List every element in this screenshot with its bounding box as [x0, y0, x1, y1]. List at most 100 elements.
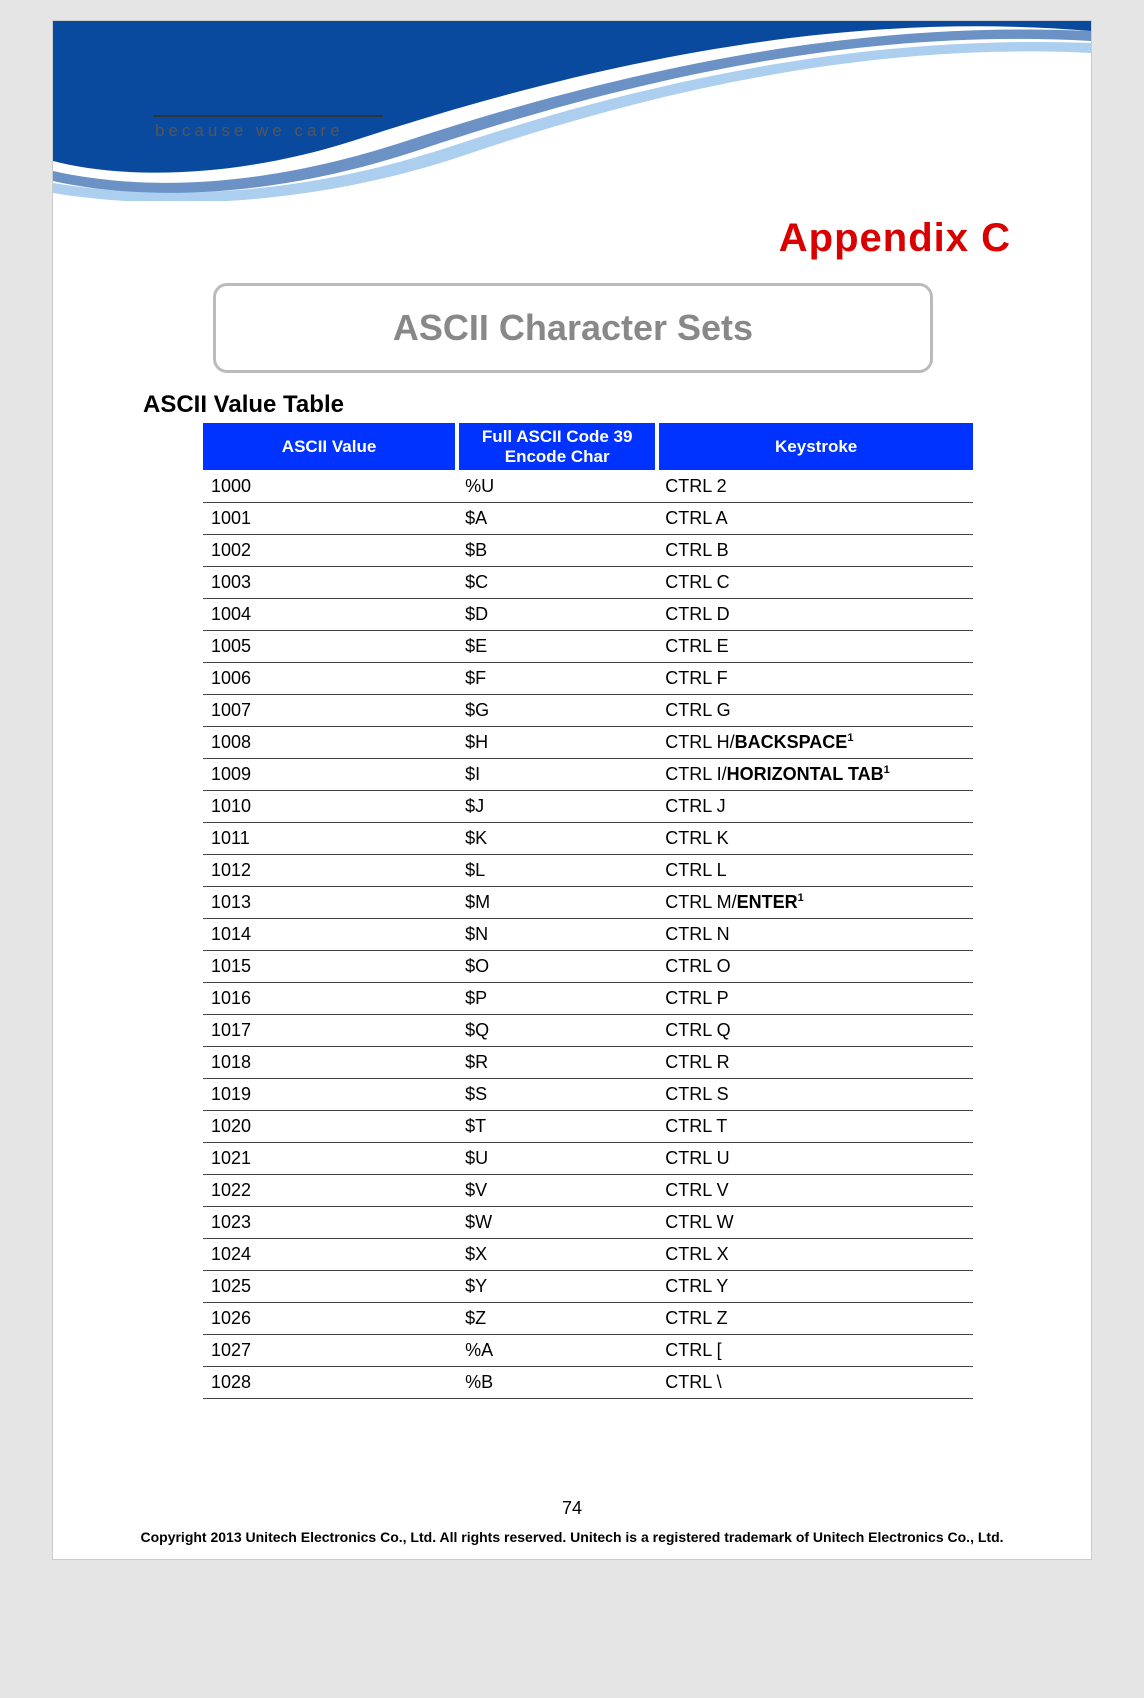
cell-ascii-value: 1026	[203, 1302, 457, 1334]
cell-encode-char: $G	[457, 694, 657, 726]
header-ascii-value: ASCII Value	[203, 423, 457, 470]
keystroke-text: CTRL \	[665, 1372, 721, 1392]
cell-encode-char: $A	[457, 502, 657, 534]
cell-ascii-value: 1010	[203, 790, 457, 822]
keystroke-text: CTRL G	[665, 700, 730, 720]
cell-ascii-value: 1019	[203, 1078, 457, 1110]
cell-encode-char: $E	[457, 630, 657, 662]
table-row: 1027%ACTRL [	[203, 1334, 973, 1366]
cell-encode-char: $Y	[457, 1270, 657, 1302]
cell-keystroke: CTRL P	[657, 982, 973, 1014]
keystroke-text: CTRL J	[665, 796, 725, 816]
cell-encode-char: %B	[457, 1366, 657, 1398]
table-row: 1004$D CTRL D	[203, 598, 973, 630]
cell-ascii-value: 1018	[203, 1046, 457, 1078]
cell-ascii-value: 1017	[203, 1014, 457, 1046]
cell-ascii-value: 1015	[203, 950, 457, 982]
table-row: 1001$ACTRL A	[203, 502, 973, 534]
cell-ascii-value: 1016	[203, 982, 457, 1014]
cell-ascii-value: 1024	[203, 1238, 457, 1270]
keystroke-text: CTRL B	[665, 540, 728, 560]
header-encode-line1: Full ASCII Code 39	[482, 427, 633, 446]
cell-encode-char: $U	[457, 1142, 657, 1174]
cell-ascii-value: 1013	[203, 886, 457, 918]
cell-ascii-value: 1025	[203, 1270, 457, 1302]
cell-encode-char: $L	[457, 854, 657, 886]
keystroke-text: CTRL Z	[665, 1308, 727, 1328]
keystroke-text: CTRL S	[665, 1084, 728, 1104]
keystroke-text: CTRL V	[665, 1180, 728, 1200]
keystroke-bold: ENTER	[737, 892, 798, 912]
cell-ascii-value: 1003	[203, 566, 457, 598]
cell-encode-char: $D	[457, 598, 657, 630]
cell-keystroke: CTRL I/HORIZONTAL TAB1	[657, 758, 973, 790]
table-row: 1016$PCTRL P	[203, 982, 973, 1014]
header-keystroke: Keystroke	[657, 423, 973, 470]
keystroke-text: CTRL I/	[665, 764, 726, 784]
keystroke-text: CTRL N	[665, 924, 729, 944]
cell-encode-char: %U	[457, 470, 657, 502]
footer-copyright: Copyright 2013 Unitech Electronics Co., …	[53, 1529, 1091, 1545]
keystroke-text: CTRL Y	[665, 1276, 728, 1296]
table-row: 1018$RCTRL R	[203, 1046, 973, 1078]
table-row: 1011$KCTRL K	[203, 822, 973, 854]
cell-encode-char: $W	[457, 1206, 657, 1238]
section-title-text: ASCII Character Sets	[393, 307, 753, 349]
cell-ascii-value: 1012	[203, 854, 457, 886]
cell-keystroke: CTRL \	[657, 1366, 973, 1398]
cell-ascii-value: 1007	[203, 694, 457, 726]
cell-encode-char: $V	[457, 1174, 657, 1206]
cell-keystroke: CTRL B	[657, 534, 973, 566]
cell-ascii-value: 1005	[203, 630, 457, 662]
cell-keystroke: CTRL Y	[657, 1270, 973, 1302]
cell-keystroke: CTRL D	[657, 598, 973, 630]
keystroke-text: CTRL D	[665, 604, 729, 624]
table-row: 1020$TCTRL T	[203, 1110, 973, 1142]
table-row: 1021$UCTRL U	[203, 1142, 973, 1174]
brand-logo: unitech because we care	[153, 59, 383, 141]
table-row: 1010$J CTRL J	[203, 790, 973, 822]
keystroke-text: CTRL R	[665, 1052, 729, 1072]
keystroke-text: CTRL H/	[665, 732, 734, 752]
cell-ascii-value: 1008	[203, 726, 457, 758]
cell-encode-char: $H	[457, 726, 657, 758]
cell-keystroke: CTRL F	[657, 662, 973, 694]
cell-keystroke: CTRL E	[657, 630, 973, 662]
table-header-row: ASCII Value Full ASCII Code 39 Encode Ch…	[203, 423, 973, 470]
keystroke-bold: HORIZONTAL TAB	[727, 764, 884, 784]
cell-encode-char: %A	[457, 1334, 657, 1366]
cell-keystroke: CTRL V	[657, 1174, 973, 1206]
cell-encode-char: $S	[457, 1078, 657, 1110]
cell-ascii-value: 1027	[203, 1334, 457, 1366]
cell-keystroke: CTRL R	[657, 1046, 973, 1078]
cell-ascii-value: 1028	[203, 1366, 457, 1398]
cell-keystroke: CTRL O	[657, 950, 973, 982]
keystroke-text: CTRL L	[665, 860, 726, 880]
cell-keystroke: CTRL H/BACKSPACE1	[657, 726, 973, 758]
keystroke-bold: BACKSPACE	[735, 732, 848, 752]
page-number: 74	[53, 1498, 1091, 1519]
table-row: 1019$S CTRL S	[203, 1078, 973, 1110]
table-row: 1002$BCTRL B	[203, 534, 973, 566]
cell-encode-char: $Q	[457, 1014, 657, 1046]
table-row: 1024$XCTRL X	[203, 1238, 973, 1270]
cell-keystroke: CTRL J	[657, 790, 973, 822]
table-row: 1015$OCTRL O	[203, 950, 973, 982]
cell-keystroke: CTRL X	[657, 1238, 973, 1270]
cell-encode-char: $J	[457, 790, 657, 822]
table-row: 1006$FCTRL F	[203, 662, 973, 694]
header-encode-char: Full ASCII Code 39 Encode Char	[457, 423, 657, 470]
cell-keystroke: CTRL Q	[657, 1014, 973, 1046]
table-row: 1026$Z CTRL Z	[203, 1302, 973, 1334]
cell-keystroke: CTRL A	[657, 502, 973, 534]
cell-ascii-value: 1004	[203, 598, 457, 630]
cell-keystroke: CTRL [	[657, 1334, 973, 1366]
keystroke-text: CTRL F	[665, 668, 727, 688]
logo-tagline: because we care	[153, 121, 383, 141]
cell-ascii-value: 1023	[203, 1206, 457, 1238]
keystroke-text: CTRL X	[665, 1244, 728, 1264]
cell-keystroke: CTRL K	[657, 822, 973, 854]
cell-keystroke: CTRL U	[657, 1142, 973, 1174]
table-row: 1005$ECTRL E	[203, 630, 973, 662]
cell-encode-char: $Z	[457, 1302, 657, 1334]
